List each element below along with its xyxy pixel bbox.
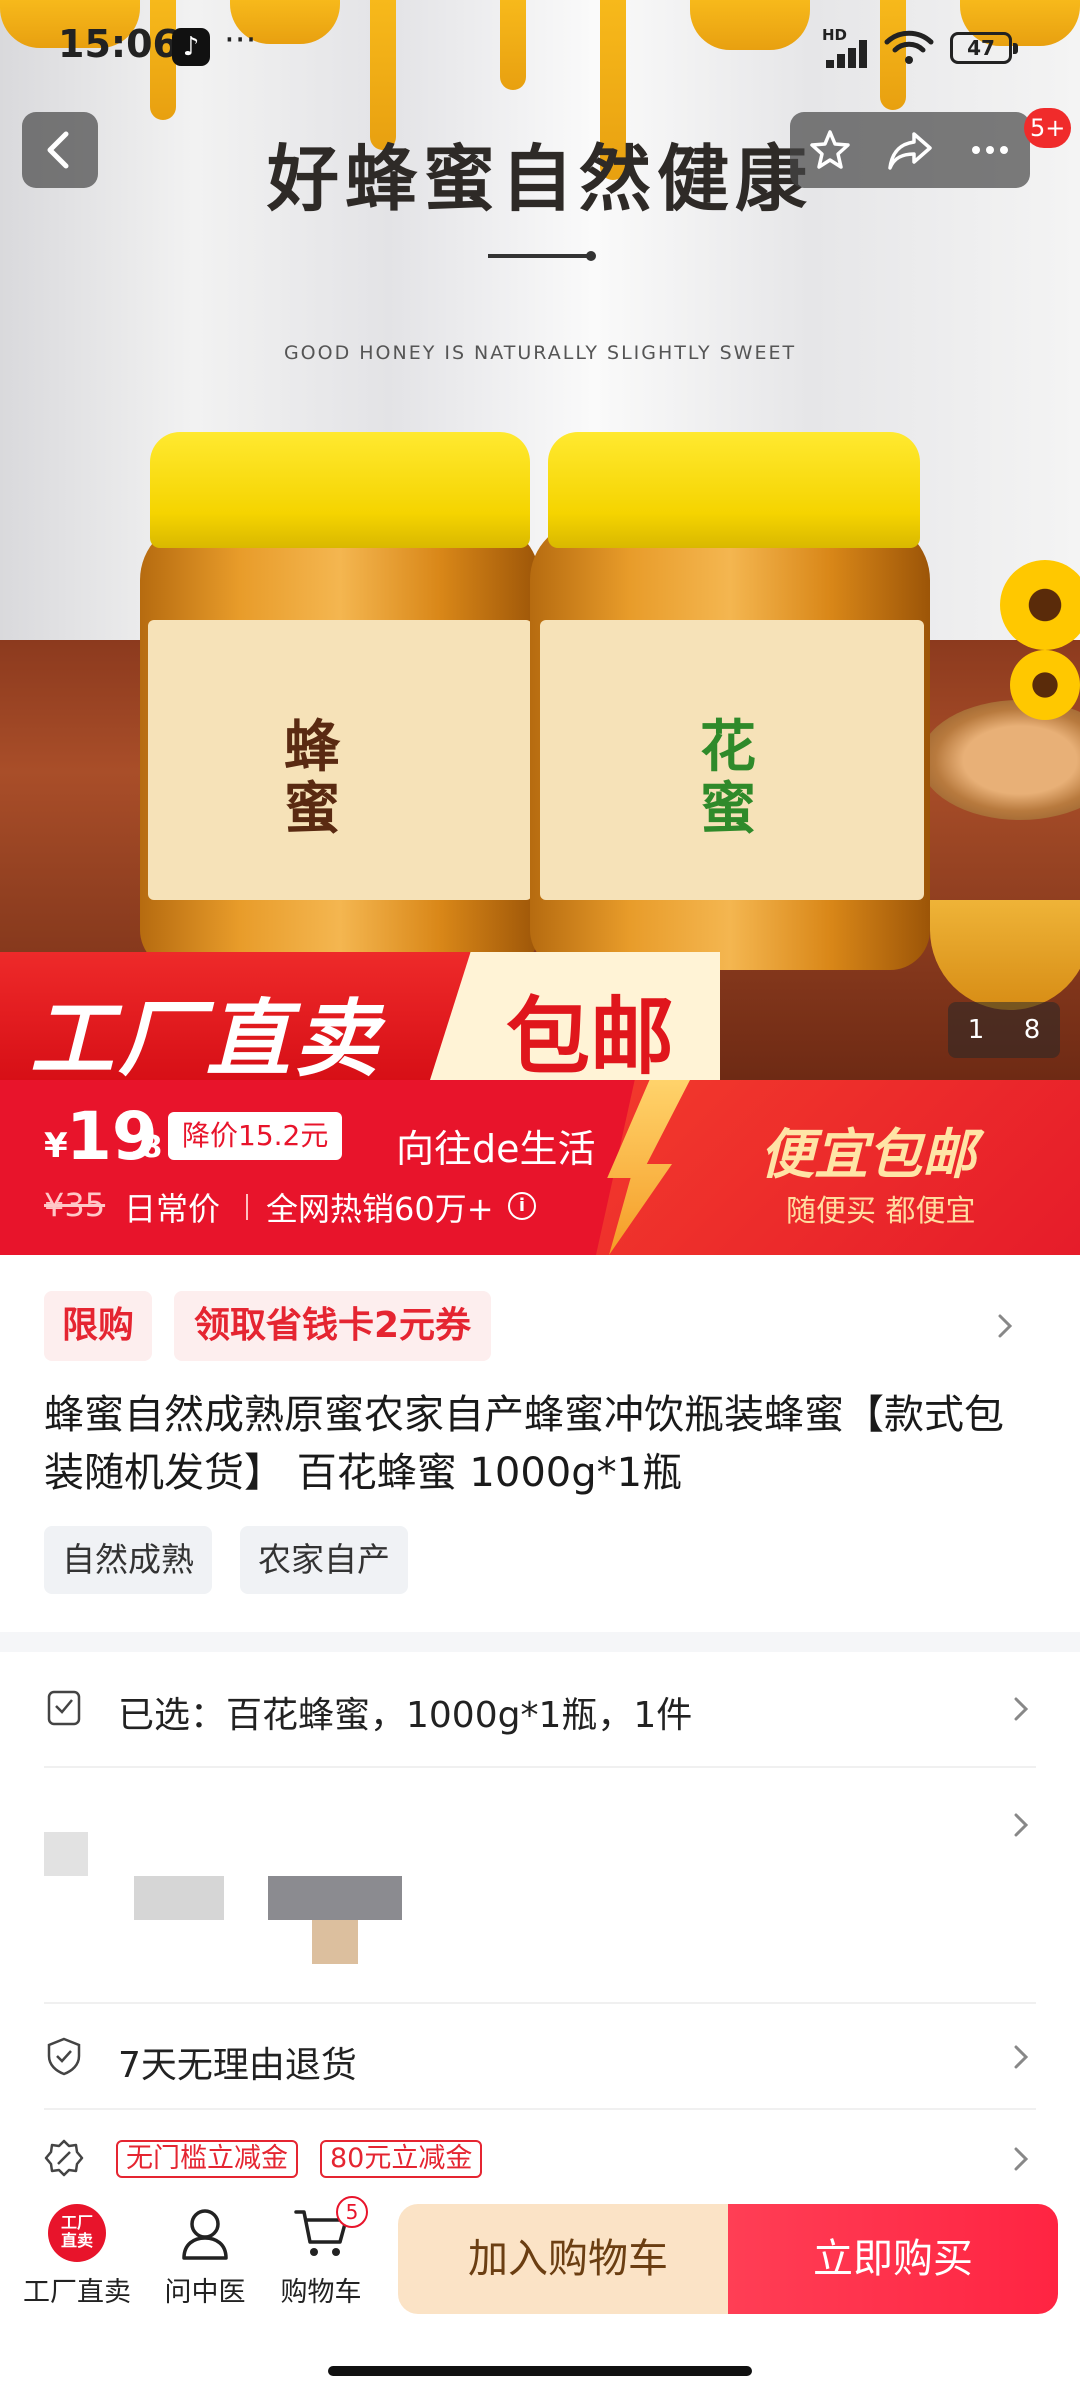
favorite-button[interactable] — [795, 115, 865, 185]
section-divider — [0, 1632, 1080, 1652]
chevron-left-icon — [47, 131, 69, 169]
discount-tag: 80元立减金 — [320, 2140, 483, 2178]
factory-direct-label: 工厂直卖 — [23, 2277, 131, 2308]
shop-name[interactable]: 向往de生活 — [396, 1118, 596, 1173]
purchase-limit-tag: 限购 — [44, 1291, 153, 1361]
shield-check-icon — [47, 2037, 81, 2076]
battery-icon: 47 — [950, 32, 1018, 64]
discount-tag: 无门槛立减金 — [116, 2140, 298, 2178]
info-icon[interactable]: i — [508, 1192, 536, 1220]
cart-label: 购物车 — [280, 2277, 362, 2308]
row-divider — [44, 2108, 1036, 2110]
status-bar: 15:06 ♪ ··· HD 47 — [0, 0, 1080, 96]
jar-label-right: 花蜜 — [540, 620, 924, 900]
price-drop-badge: 降价15.2元 — [168, 1112, 343, 1160]
more-icon — [972, 146, 1008, 154]
row-divider — [44, 2002, 1036, 2004]
factory-direct-tab[interactable]: 工厂 直卖 工厂直卖 — [12, 2204, 142, 2309]
jar-label-text-left: 蜂蜜 — [284, 714, 340, 842]
product-title: 蜂蜜自然成熟原蜜农家自产蜂蜜冲饮瓶装蜂蜜【款式包装随机发货】 百花蜂蜜 1000… — [44, 1392, 1004, 1496]
blurred-block — [134, 1876, 224, 1920]
sales-count: 全网热销60万+ — [266, 1190, 494, 1228]
jar-label-text-right: 花蜜 — [700, 714, 756, 842]
top-action-group — [790, 112, 1030, 188]
row-divider — [44, 1766, 1036, 1768]
currency-symbol: ¥ — [44, 1126, 68, 1166]
price-banner: ¥ 19 .8 降价15.2元 向往de生活 ¥35 日常价 全网热销60万+ … — [0, 1080, 1080, 1255]
sunflower — [1000, 560, 1080, 650]
chevron-right-icon — [1014, 1697, 1029, 1721]
separator — [246, 1194, 248, 1220]
message-badge: 5+ — [1024, 108, 1072, 148]
free-shipping-banner: 包邮 — [430, 952, 720, 1080]
sunflower — [1010, 650, 1080, 720]
hero-subtitle: GOOD HONEY IS NATURALLY SLIGHTLY SWEET — [283, 342, 797, 364]
return-policy-row[interactable]: 7天无理由退货 — [44, 2026, 1036, 2088]
image-index: 1 — [967, 1015, 985, 1045]
cart-count-badge: 5 — [336, 2196, 368, 2228]
cart-tab[interactable]: 5 购物车 — [256, 2196, 386, 2309]
doctor-icon — [182, 2209, 228, 2260]
wifi-icon — [884, 30, 934, 64]
jar-lid-left — [150, 432, 530, 548]
product-tag: 农家自产 — [240, 1526, 408, 1594]
coupon-tag[interactable]: 领取省钱卡2元券 — [174, 1291, 492, 1361]
discount-icon — [44, 2139, 84, 2177]
chevron-right-icon — [1014, 2147, 1029, 2171]
factory-badge-text: 工厂 直卖 — [60, 2213, 93, 2250]
hero-divider-dot — [586, 251, 596, 261]
image-total: 8 — [1023, 1015, 1041, 1045]
star-icon — [810, 130, 850, 169]
more-notifications-icon: ··· — [224, 20, 257, 60]
chevron-right-icon — [1014, 1813, 1029, 1837]
back-button[interactable] — [22, 112, 98, 188]
more-button[interactable] — [955, 115, 1025, 185]
factory-direct-icon: 工厂 直卖 — [48, 2204, 106, 2262]
jar-label-left: 蜂蜜 — [148, 620, 532, 900]
promo-title: 便宜包邮 — [760, 1123, 976, 1186]
status-time: 15:06 — [58, 22, 179, 66]
image-counter: 1 8 — [948, 1002, 1060, 1058]
factory-direct-text: 工厂直卖 — [30, 990, 383, 1080]
blurred-block — [312, 1920, 358, 1964]
share-icon — [888, 132, 932, 170]
home-indicator[interactable] — [328, 2366, 752, 2376]
hero-divider — [488, 254, 592, 258]
chevron-right-icon — [1014, 2045, 1029, 2069]
ask-doctor-label: 问中医 — [164, 2277, 246, 2308]
add-to-cart-button[interactable]: 加入购物车 — [398, 2204, 738, 2314]
jar-lid-right — [548, 432, 920, 548]
price-decimal: .8 — [130, 1130, 163, 1165]
product-tag: 自然成熟 — [44, 1526, 212, 1594]
promo-subtitle: 随便买 都便宜 — [786, 1194, 976, 1229]
blurred-block — [268, 1876, 402, 1920]
ask-doctor-tab[interactable]: 问中医 — [140, 2204, 270, 2309]
return-policy-text: 7天无理由退货 — [118, 2045, 357, 2086]
factory-direct-banner: 工厂直卖 — [0, 952, 470, 1080]
buy-now-button[interactable]: 立即购买 — [728, 2204, 1058, 2314]
spec-icon — [47, 1690, 81, 1726]
blurred-info-row[interactable] — [44, 1780, 1036, 2000]
free-shipping-text: 包邮 — [506, 988, 675, 1080]
selected-spec-text: 已选：百花蜂蜜，1000g*1瓶，1件 — [118, 1695, 693, 1736]
original-price: ¥35 — [44, 1186, 106, 1224]
daily-price-label: 日常价 — [124, 1190, 221, 1228]
tiktok-icon: ♪ — [172, 28, 210, 66]
signal-icon — [826, 40, 870, 68]
selected-spec-row[interactable]: 已选：百花蜂蜜，1000g*1瓶，1件 — [44, 1674, 1036, 1740]
share-button[interactable] — [875, 115, 945, 185]
coupon-row[interactable]: 限购 领取省钱卡2元券 — [0, 1255, 1080, 1395]
chevron-right-icon — [998, 1314, 1013, 1338]
blurred-block — [44, 1832, 88, 1876]
